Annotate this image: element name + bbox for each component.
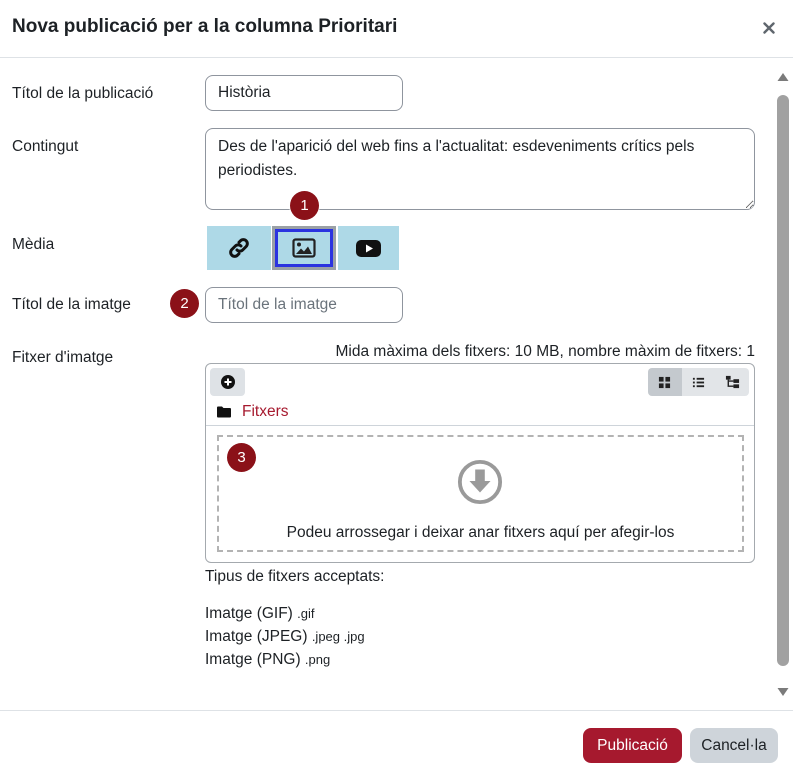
image-title-input[interactable] xyxy=(205,287,403,323)
scroll-down-arrow-icon[interactable] xyxy=(777,687,789,697)
view-list-button[interactable] xyxy=(681,368,716,396)
media-link-button[interactable] xyxy=(207,226,271,270)
footer-divider xyxy=(0,710,793,711)
add-file-button[interactable] xyxy=(210,368,245,396)
annotation-badge-1: 1 xyxy=(290,191,319,220)
accepted-types-heading: Tipus de fitxers acceptats: xyxy=(205,568,385,585)
post-title-input[interactable] xyxy=(205,75,403,111)
file-dropzone[interactable]: Podeu arrossegar i deixar anar fitxers a… xyxy=(217,435,744,552)
accepted-type-name: Imatge (JPEG) xyxy=(205,628,308,645)
content-textarea[interactable]: Des de l'aparició del web fins a l'actua… xyxy=(205,128,755,210)
media-label: Mèdia xyxy=(12,236,55,253)
modal-title: Nova publicació per a la columna Priorit… xyxy=(12,16,398,37)
accepted-type-item: Imatge (JPEG) .jpeg .jpg xyxy=(205,627,365,647)
accepted-type-item: Imatge (PNG) .png xyxy=(205,650,330,670)
annotation-badge-3: 3 xyxy=(227,443,256,472)
content-label: Contingut xyxy=(12,138,79,155)
media-image-button[interactable] xyxy=(272,226,336,270)
annotation-badge-2: 2 xyxy=(170,289,199,318)
youtube-icon xyxy=(356,239,381,257)
file-picker: Fitxers Podeu arrossegar i deixar anar f… xyxy=(205,363,755,563)
scroll-up-arrow-icon[interactable] xyxy=(777,72,789,82)
view-tree-button[interactable] xyxy=(715,368,749,396)
grid-icon xyxy=(659,376,671,388)
file-limits-text: Mida màxima dels fitxers: 10 MB, nombre … xyxy=(335,343,756,360)
download-circle-icon xyxy=(457,459,503,505)
folder-icon xyxy=(217,406,231,418)
image-title-label: Títol de la imatge xyxy=(12,296,131,313)
view-mode-group xyxy=(648,368,749,396)
accepted-type-ext: .png xyxy=(304,652,331,667)
accepted-type-ext: .jpeg .jpg xyxy=(311,629,365,644)
tree-icon xyxy=(725,375,739,389)
publish-button[interactable]: Publicació xyxy=(583,728,682,763)
accepted-type-ext: .gif xyxy=(297,606,315,621)
dropzone-text: Podeu arrossegar i deixar anar fitxers a… xyxy=(286,524,675,541)
accepted-type-item: Imatge (GIF) .gif xyxy=(205,604,315,624)
image-file-label: Fitxer d'imatge xyxy=(12,349,114,366)
file-picker-divider xyxy=(206,425,754,426)
view-grid-button[interactable] xyxy=(648,368,682,396)
list-icon xyxy=(692,377,705,387)
header-divider xyxy=(0,57,793,58)
cancel-button[interactable]: Cancel·la xyxy=(690,728,778,763)
image-icon xyxy=(292,238,316,258)
scrollbar-thumb[interactable] xyxy=(777,95,789,666)
close-button[interactable] xyxy=(759,18,779,38)
media-video-button[interactable] xyxy=(338,226,399,270)
accepted-type-name: Imatge (GIF) xyxy=(205,605,293,622)
post-title-label: Títol de la publicació xyxy=(12,85,154,102)
accepted-type-name: Imatge (PNG) xyxy=(205,651,301,668)
add-file-icon xyxy=(220,375,235,389)
link-icon xyxy=(229,238,249,258)
close-icon xyxy=(763,22,775,34)
folder-link[interactable]: Fitxers xyxy=(242,402,289,422)
